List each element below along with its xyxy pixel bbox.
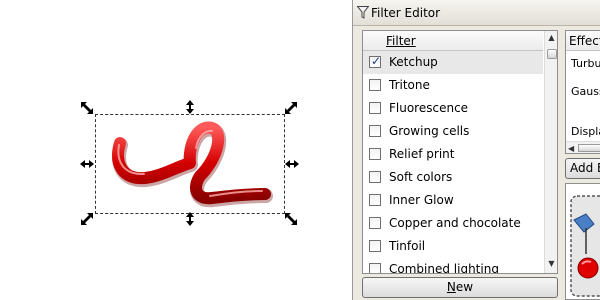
scroll-up-arrow-icon[interactable]: ▲ (545, 31, 557, 45)
filter-row-inner-glow[interactable]: Inner Glow (363, 189, 543, 212)
filter-primitive-node-icon (570, 195, 600, 297)
drawing-canvas[interactable] (0, 0, 352, 300)
scale-handle-top-icon[interactable] (183, 100, 197, 114)
filter-checkbox[interactable] (369, 263, 381, 273)
dock-title-bar[interactable]: Filter Editor (353, 0, 600, 26)
filter-preview-area (565, 183, 600, 300)
new-filter-button[interactable]: New (362, 277, 558, 298)
filter-row-tritone[interactable]: Tritone (363, 74, 543, 97)
scroll-left-arrow-icon[interactable]: ◀ (568, 142, 574, 153)
filter-row-soft-colors[interactable]: Soft colors (363, 166, 543, 189)
filter-column-header: Filter (386, 34, 416, 48)
scrollbar-thumb[interactable] (547, 49, 557, 59)
effect-list[interactable]: Effect Turbu Gauss Displa ◀ (565, 30, 600, 154)
add-effect-button[interactable]: Add E (565, 158, 600, 179)
checkmark-icon: ✓ (371, 54, 382, 68)
horizontal-scrollbar-thumb[interactable] (578, 144, 600, 152)
new-button-label-rest: ew (455, 280, 474, 294)
filter-label: Tritone (389, 78, 430, 92)
scale-handle-top-right-icon[interactable] (284, 101, 298, 115)
filter-label: Soft colors (389, 170, 453, 184)
filter-checkbox[interactable] (369, 240, 381, 252)
filter-column-header-text: Filter (386, 34, 416, 48)
filter-row-copper-and-chocolate[interactable]: Copper and chocolate (363, 212, 543, 235)
scale-handle-bottom-icon[interactable] (183, 212, 197, 226)
scale-handle-left-icon[interactable] (80, 157, 94, 171)
filter-checkbox[interactable] (369, 79, 381, 91)
filter-label: Copper and chocolate (389, 216, 521, 230)
effect-item-gaussian[interactable]: Gauss (571, 85, 600, 98)
scale-handle-bottom-right-icon[interactable] (284, 212, 298, 226)
scale-handle-right-icon[interactable] (285, 157, 299, 171)
effect-column-header: Effect (569, 34, 600, 48)
filter-checkbox[interactable] (369, 217, 381, 229)
filter-label: Ketchup (389, 55, 438, 69)
scale-handle-top-left-icon[interactable] (80, 101, 94, 115)
filter-label: Fluorescence (389, 101, 469, 115)
filter-list-scrollbar[interactable]: ▲ ▼ (544, 31, 557, 273)
filter-checkbox[interactable] (369, 125, 381, 137)
filter-list[interactable]: Filter ✓ Ketchup Tritone Fluorescence Gr… (362, 30, 558, 274)
filter-row-ketchup[interactable]: ✓ Ketchup (363, 51, 543, 74)
filter-row-growing-cells[interactable]: Growing cells (363, 120, 543, 143)
filter-row-fluorescence[interactable]: Fluorescence (363, 97, 543, 120)
filter-checkbox[interactable] (369, 194, 381, 206)
effect-list-horizontal-scrollbar[interactable]: ◀ (566, 141, 600, 153)
scale-handle-bottom-left-icon[interactable] (80, 212, 94, 226)
filter-label: Growing cells (389, 124, 470, 138)
filter-list-header[interactable]: Filter (363, 31, 543, 51)
ketchup-squiggle-object[interactable] (100, 118, 280, 213)
effect-list-header[interactable]: Effect (566, 31, 600, 51)
filter-label: Combined lighting (389, 262, 499, 274)
effect-item-displacement[interactable]: Displa (571, 125, 600, 138)
dock-title: Filter Editor (371, 6, 441, 20)
filter-row-relief-print[interactable]: Relief print (363, 143, 543, 166)
filter-funnel-icon (357, 6, 369, 19)
scroll-down-arrow-icon[interactable]: ▼ (545, 257, 557, 271)
filter-row-combined-lighting[interactable]: Combined lighting (363, 258, 543, 274)
filter-checkbox[interactable] (369, 148, 381, 160)
effect-item-turbulence[interactable]: Turbu (571, 57, 600, 70)
filter-checkbox[interactable] (369, 171, 381, 183)
filter-checkbox[interactable]: ✓ (369, 54, 382, 68)
filter-checkbox[interactable] (369, 102, 381, 114)
filter-editor-dock: Filter Editor Filter ✓ Ketchup Tritone F… (352, 0, 600, 300)
filter-label: Tinfoil (389, 239, 426, 253)
new-button-mnemonic: N (446, 280, 456, 294)
filter-label: Relief print (389, 147, 455, 161)
filter-label: Inner Glow (389, 193, 454, 207)
filter-row-tinfoil[interactable]: Tinfoil (363, 235, 543, 258)
